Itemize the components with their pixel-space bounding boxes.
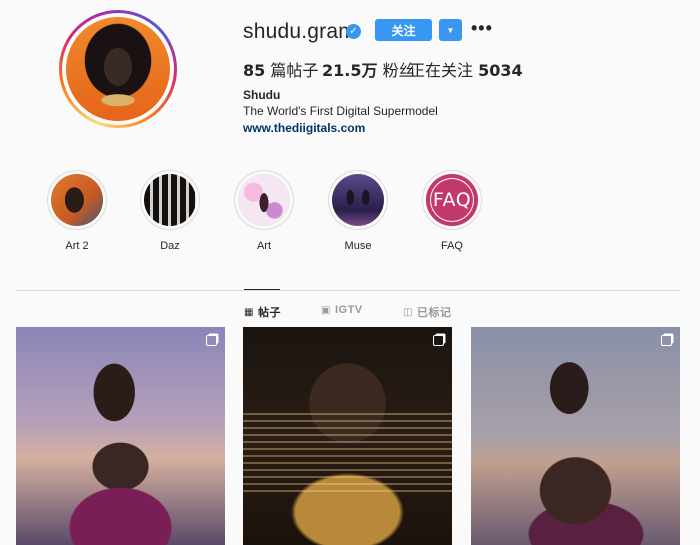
- tab-tagged[interactable]: ◫ 已标记: [403, 304, 451, 320]
- highlight-daz[interactable]: Daz: [139, 170, 201, 252]
- posts-count: 85: [243, 61, 266, 80]
- suggestions-dropdown-button[interactable]: ▼: [439, 19, 462, 41]
- highlight-ring: [140, 170, 200, 230]
- tab-tagged-label: 已标记: [416, 307, 452, 319]
- avatar-image: [66, 17, 170, 121]
- follow-button[interactable]: 关注: [375, 19, 432, 41]
- post-image: [16, 327, 225, 545]
- profile-username: shudu.gram: [243, 20, 356, 43]
- highlight-faq[interactable]: FAQ FAQ: [421, 170, 483, 252]
- following-label: 正在关注: [409, 61, 474, 80]
- highlight-label: FAQ: [440, 240, 463, 252]
- posts-label: 篇帖子: [270, 61, 319, 80]
- followers-stat[interactable]: 21.5万 粉丝: [322, 57, 415, 81]
- highlight-art2[interactable]: Art 2: [46, 170, 108, 252]
- tagged-icon: ◫: [403, 306, 413, 318]
- highlight-ring: [47, 170, 107, 230]
- multiple-photos-icon: [661, 335, 672, 346]
- avatar-inner: [62, 13, 174, 125]
- post-thumbnail[interactable]: [471, 327, 680, 545]
- multiple-photos-icon: [206, 335, 217, 346]
- multiple-photos-icon: [433, 335, 444, 346]
- active-tab-indicator: [244, 289, 280, 290]
- more-options-icon[interactable]: •••: [471, 18, 493, 39]
- highlight-ring: FAQ: [422, 170, 482, 230]
- profile-bio: The World's First Digital Supermodel: [243, 104, 438, 118]
- followers-count: 21.5万: [322, 61, 378, 80]
- highlight-label: Daz: [160, 240, 180, 252]
- highlight-label: Art: [256, 240, 272, 252]
- profile-full-name: Shudu: [243, 88, 281, 102]
- highlight-ring: [234, 170, 294, 230]
- highlight-cover-muse: [332, 174, 384, 226]
- tab-posts-label: 帖子: [257, 307, 281, 319]
- igtv-icon: ▣: [321, 304, 331, 316]
- post-thumbnail[interactable]: [16, 327, 225, 545]
- highlight-muse[interactable]: Muse: [327, 170, 389, 252]
- highlight-cover-art2: [51, 174, 103, 226]
- highlight-label: Muse: [344, 240, 372, 252]
- profile-website-link[interactable]: www.thediigitals.com: [243, 121, 365, 135]
- highlight-art[interactable]: Art: [233, 170, 295, 252]
- highlight-cover-faq: FAQ: [426, 174, 478, 226]
- tab-posts[interactable]: ▦ 帖子: [244, 304, 281, 320]
- post-image: [243, 327, 452, 545]
- profile-avatar[interactable]: [59, 10, 177, 128]
- following-stat[interactable]: 正在关注 5034: [409, 57, 523, 81]
- post-thumbnail[interactable]: [243, 327, 452, 545]
- highlight-cover-art: [238, 174, 290, 226]
- tab-igtv[interactable]: ▣ IGTV: [321, 304, 363, 316]
- tabs-divider: [16, 290, 680, 291]
- tab-igtv-label: IGTV: [334, 304, 363, 316]
- verified-badge-icon: ✓: [346, 24, 361, 39]
- grid-icon: ▦: [244, 306, 254, 318]
- following-count: 5034: [478, 61, 523, 80]
- post-image: [471, 327, 680, 545]
- highlight-label: Art 2: [65, 240, 89, 252]
- highlight-ring: [328, 170, 388, 230]
- posts-count-stat: 85 篇帖子: [243, 57, 318, 81]
- highlight-cover-daz: [144, 174, 196, 226]
